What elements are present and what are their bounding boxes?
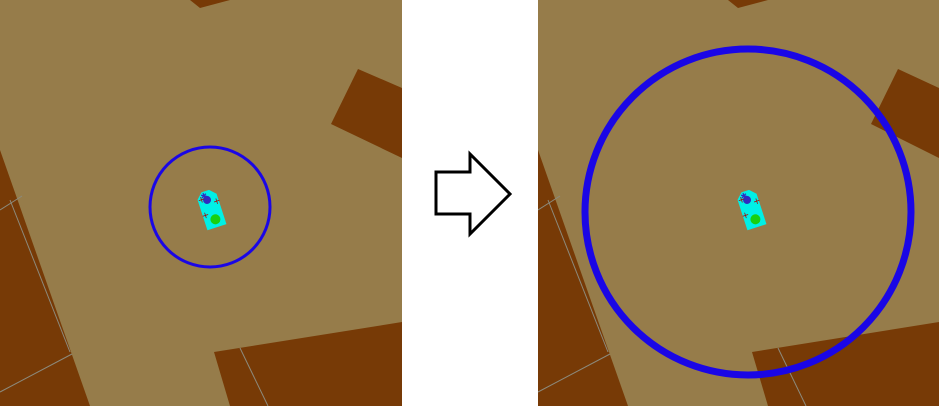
scene-after-panel: + + + ✱ bbox=[538, 0, 939, 406]
scene-before: + + + ✱ bbox=[0, 0, 402, 406]
right-arrow-icon bbox=[434, 150, 513, 238]
scene-before-panel: + + + ✱ bbox=[0, 0, 402, 406]
right-arrow-shape bbox=[434, 150, 513, 238]
scene-after: + + + ✱ bbox=[538, 0, 939, 406]
transition-arrow bbox=[432, 150, 514, 238]
